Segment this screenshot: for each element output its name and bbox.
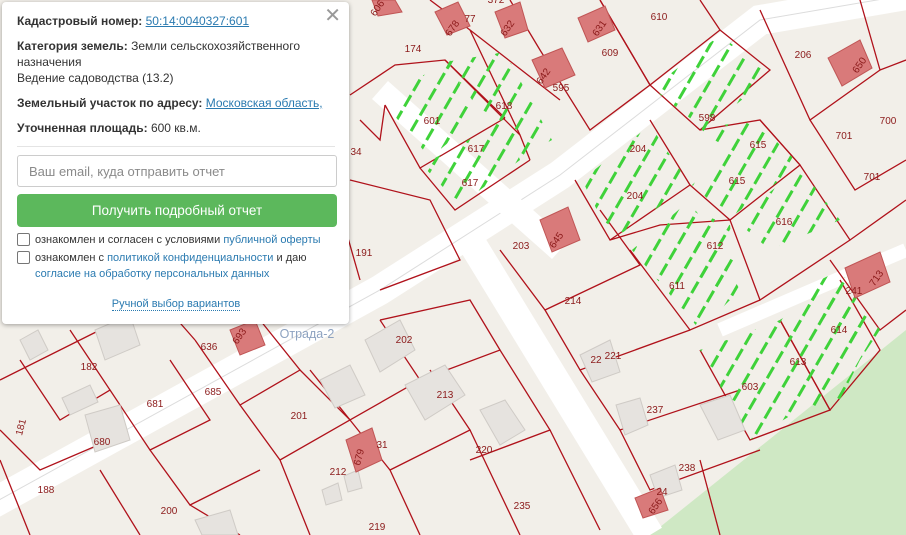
close-icon[interactable]: ✕ — [324, 6, 341, 26]
svg-text:219: 219 — [369, 522, 386, 533]
manual-select: Ручной выбор вариантов — [17, 298, 335, 311]
svg-text:201: 201 — [291, 411, 308, 422]
svg-text:24: 24 — [656, 487, 668, 498]
svg-text:616: 616 — [776, 217, 793, 228]
area-label: Уточненная площадь: — [17, 121, 148, 135]
category-row: Категория земель: Земли сельскохозяйстве… — [17, 38, 335, 86]
svg-text:609: 609 — [602, 48, 619, 59]
svg-text:31: 31 — [376, 440, 388, 451]
svg-text:701: 701 — [864, 172, 881, 183]
svg-text:680: 680 — [94, 437, 111, 448]
svg-text:203: 203 — [513, 241, 530, 252]
consent-privacy-checkbox[interactable] — [17, 251, 30, 264]
svg-text:213: 213 — [437, 390, 454, 401]
svg-text:615: 615 — [729, 176, 746, 187]
svg-text:681: 681 — [147, 399, 164, 410]
public-offer-link[interactable]: публичной оферты — [223, 234, 320, 246]
svg-text:188: 188 — [38, 485, 55, 496]
svg-text:174: 174 — [405, 44, 422, 55]
svg-text:615: 615 — [750, 140, 767, 151]
consent-offer-checkbox[interactable] — [17, 233, 30, 246]
area-row: Уточненная площадь: 600 кв.м. — [17, 120, 335, 136]
svg-text:617: 617 — [462, 178, 479, 189]
email-input[interactable] — [17, 155, 337, 187]
svg-text:22: 22 — [590, 355, 602, 366]
svg-text:191: 191 — [356, 248, 373, 259]
svg-text:202: 202 — [396, 335, 413, 346]
cadastral-label: Кадастровый номер: — [17, 14, 143, 28]
consent-offer-text: ознакомлен и согласен с условиями публич… — [35, 234, 321, 246]
svg-text:372: 372 — [488, 0, 505, 6]
svg-text:Отрада-2: Отрада-2 — [280, 327, 335, 341]
area-value: 600 кв.м. — [150, 121, 201, 135]
consent-privacy[interactable]: ознакомлен с политикой конфиденциальност… — [17, 250, 335, 282]
svg-text:636: 636 — [201, 342, 218, 353]
use-value: Ведение садоводства (13.2) — [17, 71, 174, 85]
cadastral-row: Кадастровый номер: 50:14:0040327:601 — [17, 13, 335, 29]
svg-text:618: 618 — [496, 101, 513, 112]
svg-text:200: 200 — [161, 506, 178, 517]
svg-text:610: 610 — [651, 12, 668, 23]
address-row: Земельный участок по адресу: Московская … — [17, 95, 335, 111]
parcel-info-popup: ✕ Кадастровый номер: 50:14:0040327:601 К… — [2, 2, 349, 324]
svg-text:214: 214 — [565, 296, 582, 307]
svg-text:238: 238 — [679, 463, 696, 474]
category-label: Категория земель: — [17, 39, 128, 53]
svg-text:700: 700 — [880, 116, 897, 127]
svg-text:595: 595 — [553, 83, 570, 94]
address-link[interactable]: Московская область, — [206, 96, 323, 110]
svg-text:77: 77 — [464, 14, 476, 25]
personal-data-link[interactable]: согласие на обработку персональных данны… — [35, 268, 269, 280]
svg-text:601: 601 — [424, 116, 441, 127]
manual-select-link[interactable]: Ручной выбор вариантов — [111, 298, 241, 311]
address-label: Земельный участок по адресу: — [17, 96, 203, 110]
consent-offer[interactable]: ознакомлен и согласен с условиями публич… — [17, 232, 335, 248]
privacy-policy-link[interactable]: политикой конфиденциальности — [107, 252, 273, 264]
svg-text:617: 617 — [468, 144, 485, 155]
svg-text:614: 614 — [831, 325, 848, 336]
svg-text:221: 221 — [605, 351, 622, 362]
svg-text:613: 613 — [790, 357, 807, 368]
svg-text:220: 220 — [476, 445, 493, 456]
svg-text:241: 241 — [846, 286, 863, 297]
svg-text:685: 685 — [205, 387, 222, 398]
svg-text:206: 206 — [795, 50, 812, 61]
consent-privacy-text: ознакомлен с политикой конфиденциальност… — [35, 252, 307, 280]
svg-text:235: 235 — [514, 501, 531, 512]
svg-text:182: 182 — [81, 362, 98, 373]
get-report-button[interactable]: Получить подробный отчет — [17, 194, 337, 227]
cadastral-number-link[interactable]: 50:14:0040327:601 — [146, 14, 249, 28]
svg-text:34: 34 — [350, 147, 362, 158]
svg-text:701: 701 — [836, 131, 853, 142]
svg-text:611: 611 — [669, 281, 685, 292]
svg-text:612: 612 — [707, 241, 724, 252]
svg-text:204: 204 — [627, 191, 644, 202]
svg-text:603: 603 — [742, 382, 759, 393]
svg-text:237: 237 — [647, 405, 664, 416]
svg-text:598: 598 — [699, 113, 716, 124]
divider — [17, 146, 335, 147]
svg-text:204: 204 — [630, 144, 647, 155]
svg-text:212: 212 — [330, 467, 347, 478]
